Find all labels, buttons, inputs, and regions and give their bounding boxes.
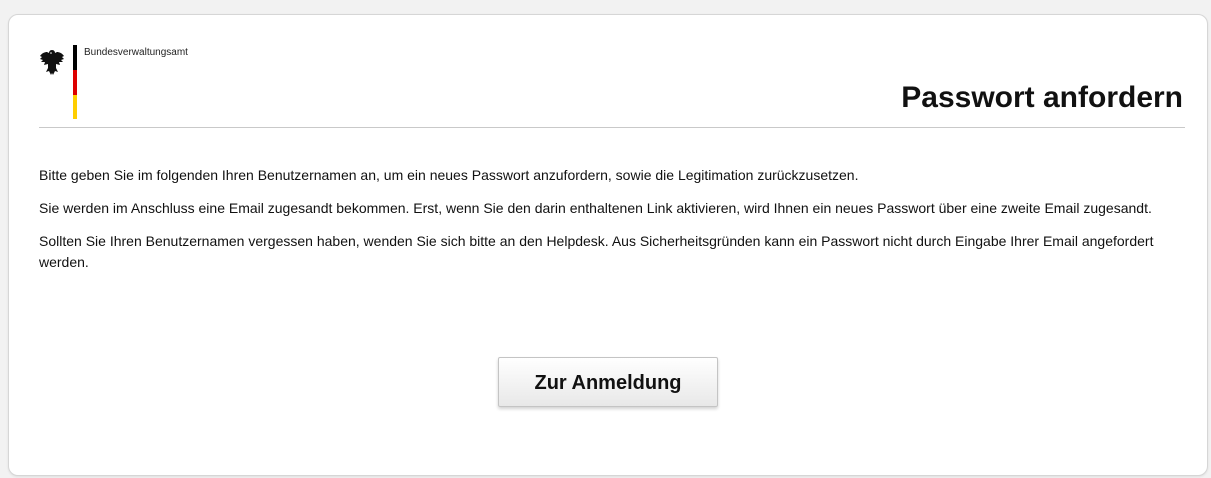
flag-black-stripe: [73, 45, 77, 70]
agency-logo: Bundesverwaltungsamt: [39, 45, 239, 125]
instruction-paragraph: Sollten Sie Ihren Benutzernamen vergesse…: [39, 233, 1154, 270]
password-request-panel: Bundesverwaltungsamt Passwort anfordern …: [8, 14, 1208, 476]
login-button[interactable]: Zur Anmeldung: [498, 357, 718, 407]
instruction-paragraph: Bitte geben Sie im folgenden Ihren Benut…: [39, 167, 859, 183]
flag-gold-stripe: [73, 95, 77, 119]
flag-red-stripe: [73, 70, 77, 95]
actions-bar: Zur Anmeldung: [9, 357, 1207, 407]
page-title: Passwort anfordern: [901, 81, 1183, 114]
instruction-paragraph: Sie werden im Anschluss eine Email zuges…: [39, 200, 1152, 216]
federal-eagle-icon: [40, 50, 64, 75]
agency-name: Bundesverwaltungsamt: [84, 47, 188, 58]
header-divider: [39, 127, 1185, 128]
german-flag-stripe: [73, 45, 77, 119]
instructions: Bitte geben Sie im folgenden Ihren Benut…: [39, 165, 1181, 285]
